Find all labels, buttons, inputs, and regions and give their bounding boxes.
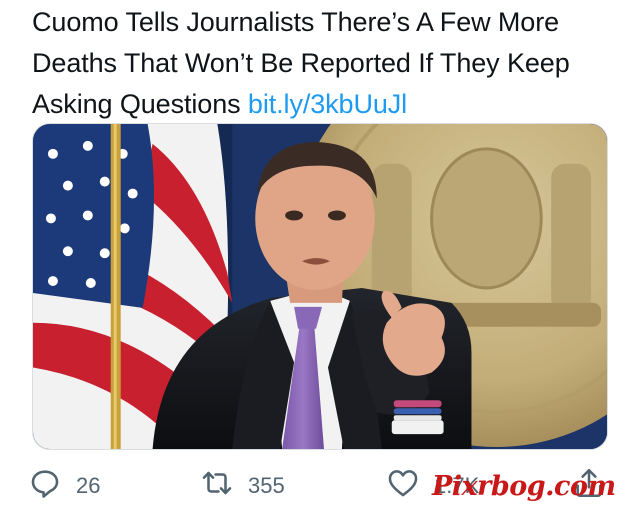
tweet-text-line-1: Cuomo Tells Journalists There’s A Few Mo… [32,7,560,37]
retweet-count: 355 [248,473,285,498]
reply-button[interactable]: 26 [28,468,100,504]
tweet-text: Cuomo Tells Journalists There’s A Few Mo… [32,2,632,125]
reply-icon [28,466,62,506]
tweet-text-line-2: Deaths That Won’t Be Reported If They Ke… [32,48,570,78]
tweet-media-photo[interactable] [32,123,608,450]
tweet-text-line-3: Asking Questions bit.ly/3kbUuJl [32,84,632,125]
heart-icon [386,466,420,506]
tweet: Cuomo Tells Journalists There’s A Few Mo… [0,0,640,518]
retweet-button[interactable]: 355 [200,468,285,504]
reply-count: 26 [76,473,101,498]
tweet-text-line-3-words: Asking Questions [32,89,241,119]
retweet-icon [200,466,234,506]
tweet-link[interactable]: bit.ly/3kbUuJl [248,89,407,119]
watermark: Pixrbog.com [432,471,616,502]
photo-illustration [33,124,607,449]
